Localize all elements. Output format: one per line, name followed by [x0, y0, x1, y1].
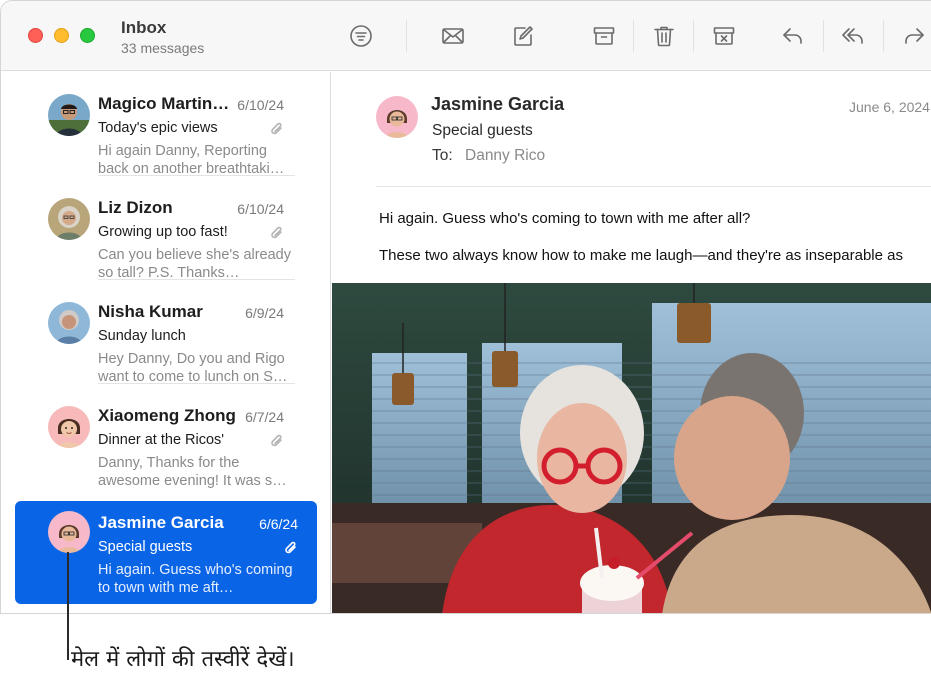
toolbar: Inbox 33 messages [1, 1, 931, 71]
attachment-icon [284, 540, 298, 556]
trash-icon[interactable] [651, 23, 677, 49]
reply-all-icon[interactable] [840, 23, 866, 49]
message-date: 6/7/24 [245, 409, 284, 425]
message-list: Magico Martin… 6/10/24 Today's epic view… [1, 72, 331, 613]
message-sender: Magico Martin… [98, 94, 230, 113]
compose-icon[interactable] [510, 23, 536, 49]
toolbar-separator [823, 20, 824, 52]
callout-line [67, 552, 69, 660]
message-subject: Dinner at the Ricos' [98, 432, 225, 448]
envelope-icon[interactable] [440, 23, 466, 49]
message-preview: Hi again Danny, Reporting back on anothe… [98, 143, 285, 177]
mailbox-title: Inbox [121, 18, 167, 37]
message-preview: Hey Danny, Do you and Rigo want to come … [98, 351, 288, 385]
list-item[interactable]: Xiaomeng Zhong 6/7/24 Dinner at the Rico… [1, 384, 303, 489]
reader-sender: Jasmine Garcia [431, 94, 565, 114]
message-subject: Special guests [98, 539, 193, 555]
attachment-icon [270, 433, 284, 449]
junk-icon[interactable] [711, 23, 737, 49]
minimize-window-button[interactable] [54, 28, 69, 43]
message-date: 6/10/24 [237, 97, 284, 113]
message-sender: Liz Dizon [98, 198, 173, 217]
message-date: 6/10/24 [237, 201, 284, 217]
message-preview: Can you believe she's already so tall? P… [98, 247, 291, 281]
body-text: Hi again. Guess who's coming to town wit… [379, 210, 751, 227]
avatar [48, 198, 90, 240]
to-label: To: [432, 147, 453, 164]
message-sender: Jasmine Garcia [98, 513, 224, 532]
list-item[interactable]: Nisha Kumar 6/9/24 Sunday lunch Hey Dann… [1, 280, 303, 385]
body-text: These two always know how to make me lau… [379, 247, 903, 264]
attachment-icon [270, 121, 284, 137]
archive-icon[interactable] [591, 23, 617, 49]
recipient[interactable]: Danny Rico [465, 147, 545, 165]
message-subject: Today's epic views [98, 120, 218, 136]
avatar [48, 94, 90, 136]
sender-avatar [376, 96, 418, 138]
message-subject: Growing up too fast! [98, 224, 228, 240]
message-date: 6/6/24 [259, 516, 298, 532]
avatar [48, 406, 90, 448]
list-item[interactable]: Magico Martin… 6/10/24 Today's epic view… [1, 72, 303, 177]
message-sender: Xiaomeng Zhong [98, 406, 236, 425]
caption: मेल में लोगों की तस्वीरें देखें। [71, 647, 295, 672]
reader-date: June 6, 2024 [849, 99, 930, 115]
attachment-icon [270, 225, 284, 241]
forward-icon[interactable] [901, 23, 927, 49]
message-subject: Sunday lunch [98, 328, 186, 344]
message-preview: Hi again. Guess who's coming to town wit… [98, 562, 293, 596]
toolbar-separator [406, 20, 407, 52]
mail-window: Inbox 33 messages Magico Martin… 6/10/24… [0, 0, 931, 614]
message-preview: Danny, Thanks for the awesome evening! I… [98, 455, 287, 489]
header-divider [376, 186, 931, 187]
toolbar-separator [883, 20, 884, 52]
list-item-selected[interactable]: Jasmine Garcia 6/6/24 Special guests Hi … [15, 501, 317, 604]
message-date: 6/9/24 [245, 305, 284, 321]
reading-pane: Jasmine Garcia June 6, 2024 Special gues… [332, 72, 931, 613]
toolbar-separator [693, 20, 694, 52]
toolbar-separator [633, 20, 634, 52]
avatar [48, 511, 90, 553]
message-count: 33 messages [121, 40, 205, 56]
reader-subject: Special guests [432, 122, 533, 139]
avatar [48, 302, 90, 344]
close-window-button[interactable] [28, 28, 43, 43]
attached-photo[interactable] [332, 283, 931, 613]
reply-icon[interactable] [780, 23, 806, 49]
filter-icon[interactable] [348, 23, 374, 49]
list-item[interactable]: Liz Dizon 6/10/24 Growing up too fast! C… [1, 176, 303, 281]
zoom-window-button[interactable] [80, 28, 95, 43]
message-sender: Nisha Kumar [98, 302, 203, 321]
